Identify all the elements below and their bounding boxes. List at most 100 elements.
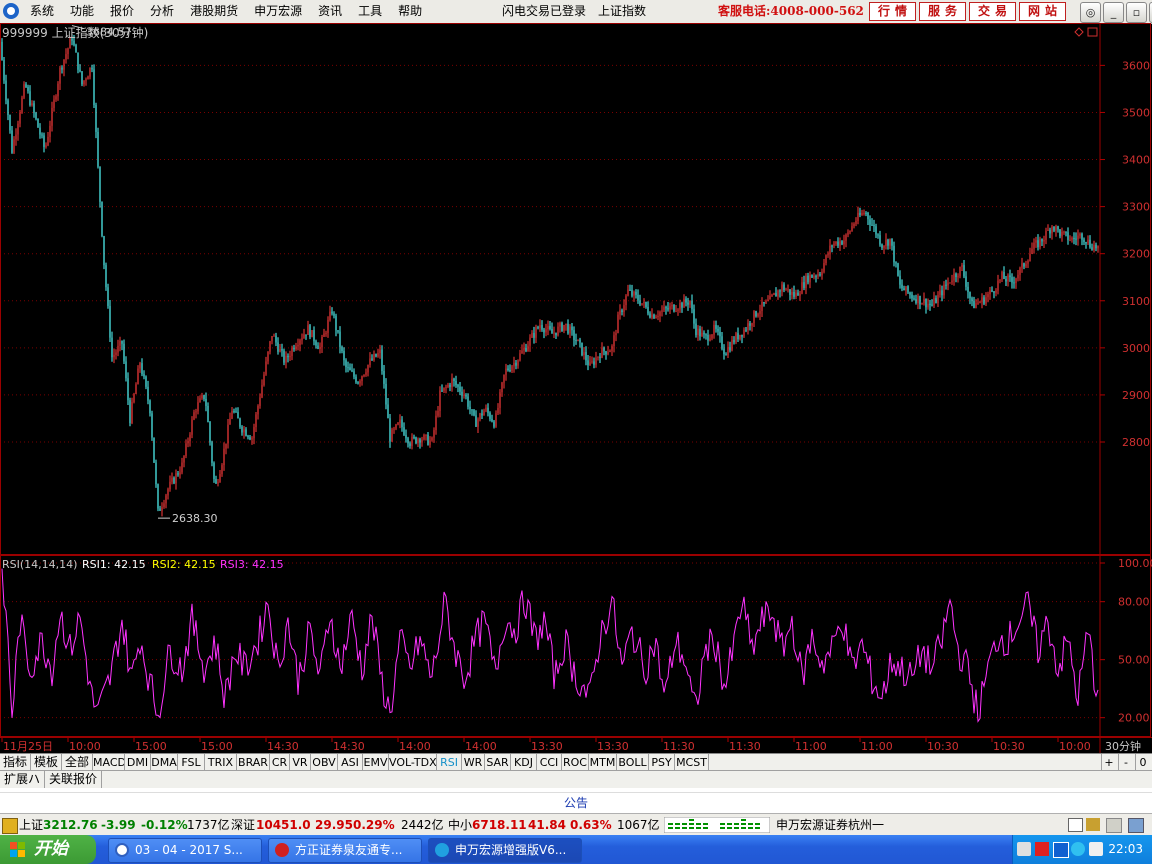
tab-wr[interactable]: WR xyxy=(462,754,485,771)
tab-vol-tdx[interactable]: VOL-TDX xyxy=(389,754,437,771)
minimize-button[interactable]: _ xyxy=(1103,2,1124,23)
candle-body xyxy=(313,330,315,342)
candle-body xyxy=(461,391,463,396)
monitor-icon[interactable] xyxy=(1106,818,1122,833)
tab-cci[interactable]: CCI xyxy=(537,754,562,771)
menu-help[interactable]: 帮助 xyxy=(390,0,430,23)
candle-body xyxy=(307,325,309,335)
period-label[interactable]: 30分钟 xyxy=(1105,739,1141,753)
task-founder-securities[interactable]: 方正证券泉友通专... xyxy=(268,838,422,863)
candle-body xyxy=(933,298,935,306)
task-swhy[interactable]: 申万宏源增强版V6... xyxy=(428,838,582,863)
tab-rsi[interactable]: RSI xyxy=(437,754,462,771)
reset-button[interactable]: 0 xyxy=(1135,754,1150,771)
menu-function[interactable]: 功能 xyxy=(62,0,102,23)
rsi-chart[interactable]: 20.00 50.00 80.00 100.00 RSI(14,14,14) RSI1… xyxy=(0,555,1152,737)
keyboard-icon[interactable] xyxy=(1017,842,1031,856)
tab-template[interactable]: 模板 xyxy=(31,754,62,771)
tab-obv[interactable]: OBV xyxy=(311,754,338,771)
broadcast-icon[interactable] xyxy=(1086,818,1100,831)
tab-vr[interactable]: VR xyxy=(290,754,311,771)
time-tick-label: 11:30 xyxy=(663,740,695,753)
website-button[interactable]: 网站 xyxy=(1019,2,1066,21)
candle-body xyxy=(393,428,395,430)
menu-system[interactable]: 系统 xyxy=(22,0,62,23)
zoom-out-button[interactable]: - xyxy=(1118,754,1133,771)
task-video[interactable]: 03 - 04 - 2017 S... xyxy=(108,838,262,863)
lock-icon[interactable] xyxy=(2,818,18,834)
tab-boll[interactable]: BOLL xyxy=(617,754,649,771)
tab-mcst[interactable]: MCST xyxy=(675,754,709,771)
tab-roc[interactable]: ROC xyxy=(562,754,589,771)
candle-body xyxy=(99,166,101,202)
menu-quote[interactable]: 报价 xyxy=(102,0,142,23)
menu-analysis[interactable]: 分析 xyxy=(142,0,182,23)
diamond-icon[interactable] xyxy=(1074,27,1084,37)
menu-swhy[interactable]: 申万宏源 xyxy=(246,0,310,23)
y-tick-label: 3400 xyxy=(1122,154,1150,167)
message-icon[interactable] xyxy=(1068,818,1083,832)
network-icon[interactable] xyxy=(1053,842,1069,858)
y-tick-label: 3600 xyxy=(1122,59,1150,72)
candle-body xyxy=(869,219,871,225)
candle-body xyxy=(791,291,793,295)
candle-body xyxy=(43,135,45,147)
tab-all[interactable]: 全部 xyxy=(62,754,93,771)
tab-dmi[interactable]: DMI xyxy=(125,754,151,771)
candle-body xyxy=(315,341,317,346)
trade-button[interactable]: 交易 xyxy=(969,2,1016,21)
tab-trix[interactable]: TRIX xyxy=(205,754,237,771)
tab-mtm[interactable]: MTM xyxy=(589,754,617,771)
candle-body xyxy=(585,352,587,361)
settings-icon[interactable] xyxy=(1128,818,1144,833)
candle-body xyxy=(227,424,229,444)
candle-body xyxy=(747,323,749,331)
candle-body xyxy=(517,360,519,366)
tab-related-quotes[interactable]: 关联报价 xyxy=(45,771,102,788)
window-toggle-icon[interactable] xyxy=(1087,27,1098,37)
candle-body xyxy=(339,331,341,347)
candle-body xyxy=(727,347,729,356)
tab-macd[interactable]: MACD xyxy=(93,754,125,771)
help-icon[interactable]: ◎ xyxy=(1080,2,1101,23)
red-cross-icon[interactable] xyxy=(1035,842,1049,856)
candle-body xyxy=(265,361,267,375)
main-price-chart[interactable]: 280029003000310032003300340035003600 368… xyxy=(0,23,1152,555)
quote-button[interactable]: 行情 xyxy=(869,2,916,21)
tab-kdj[interactable]: KDJ xyxy=(511,754,537,771)
candle-body xyxy=(257,405,259,415)
rsi1-label: RSI1: 42.15 xyxy=(82,558,146,571)
restore-button[interactable]: ▫ xyxy=(1126,2,1147,23)
candle-body xyxy=(47,136,49,146)
tab-psy[interactable]: PSY xyxy=(649,754,675,771)
candle-body xyxy=(523,347,525,351)
candle-body xyxy=(1047,229,1049,231)
tab-emv[interactable]: EMV xyxy=(363,754,389,771)
candle-body xyxy=(709,338,711,341)
tab-cr[interactable]: CR xyxy=(270,754,290,771)
tab-sar[interactable]: SAR xyxy=(485,754,511,771)
tab-extension[interactable]: 扩展ハ xyxy=(0,771,45,788)
service-button[interactable]: 服务 xyxy=(919,2,966,21)
candle-body xyxy=(1019,267,1021,275)
candle-body xyxy=(649,313,651,318)
volume-icon[interactable] xyxy=(1089,842,1103,856)
start-button[interactable]: 开始 xyxy=(0,835,96,864)
zoom-in-button[interactable]: + xyxy=(1101,754,1116,771)
tab-brar[interactable]: BRAR xyxy=(237,754,270,771)
tab-dma[interactable]: DMA xyxy=(151,754,178,771)
notice-bar[interactable]: 公告 xyxy=(0,792,1152,813)
candle-body xyxy=(479,413,481,420)
tab-fsl[interactable]: FSL xyxy=(178,754,205,771)
tab-indicator[interactable]: 指标 xyxy=(0,754,31,771)
candle-body xyxy=(645,302,647,307)
candle-body xyxy=(845,234,847,241)
messenger-icon[interactable] xyxy=(1071,842,1085,856)
candle-body xyxy=(897,263,899,276)
candle-body xyxy=(987,294,989,298)
menu-tools[interactable]: 工具 xyxy=(350,0,390,23)
tab-asi[interactable]: ASI xyxy=(338,754,363,771)
candle-body xyxy=(741,334,743,337)
menu-news[interactable]: 资讯 xyxy=(310,0,350,23)
menu-hk-futures[interactable]: 港股期货 xyxy=(182,0,246,23)
